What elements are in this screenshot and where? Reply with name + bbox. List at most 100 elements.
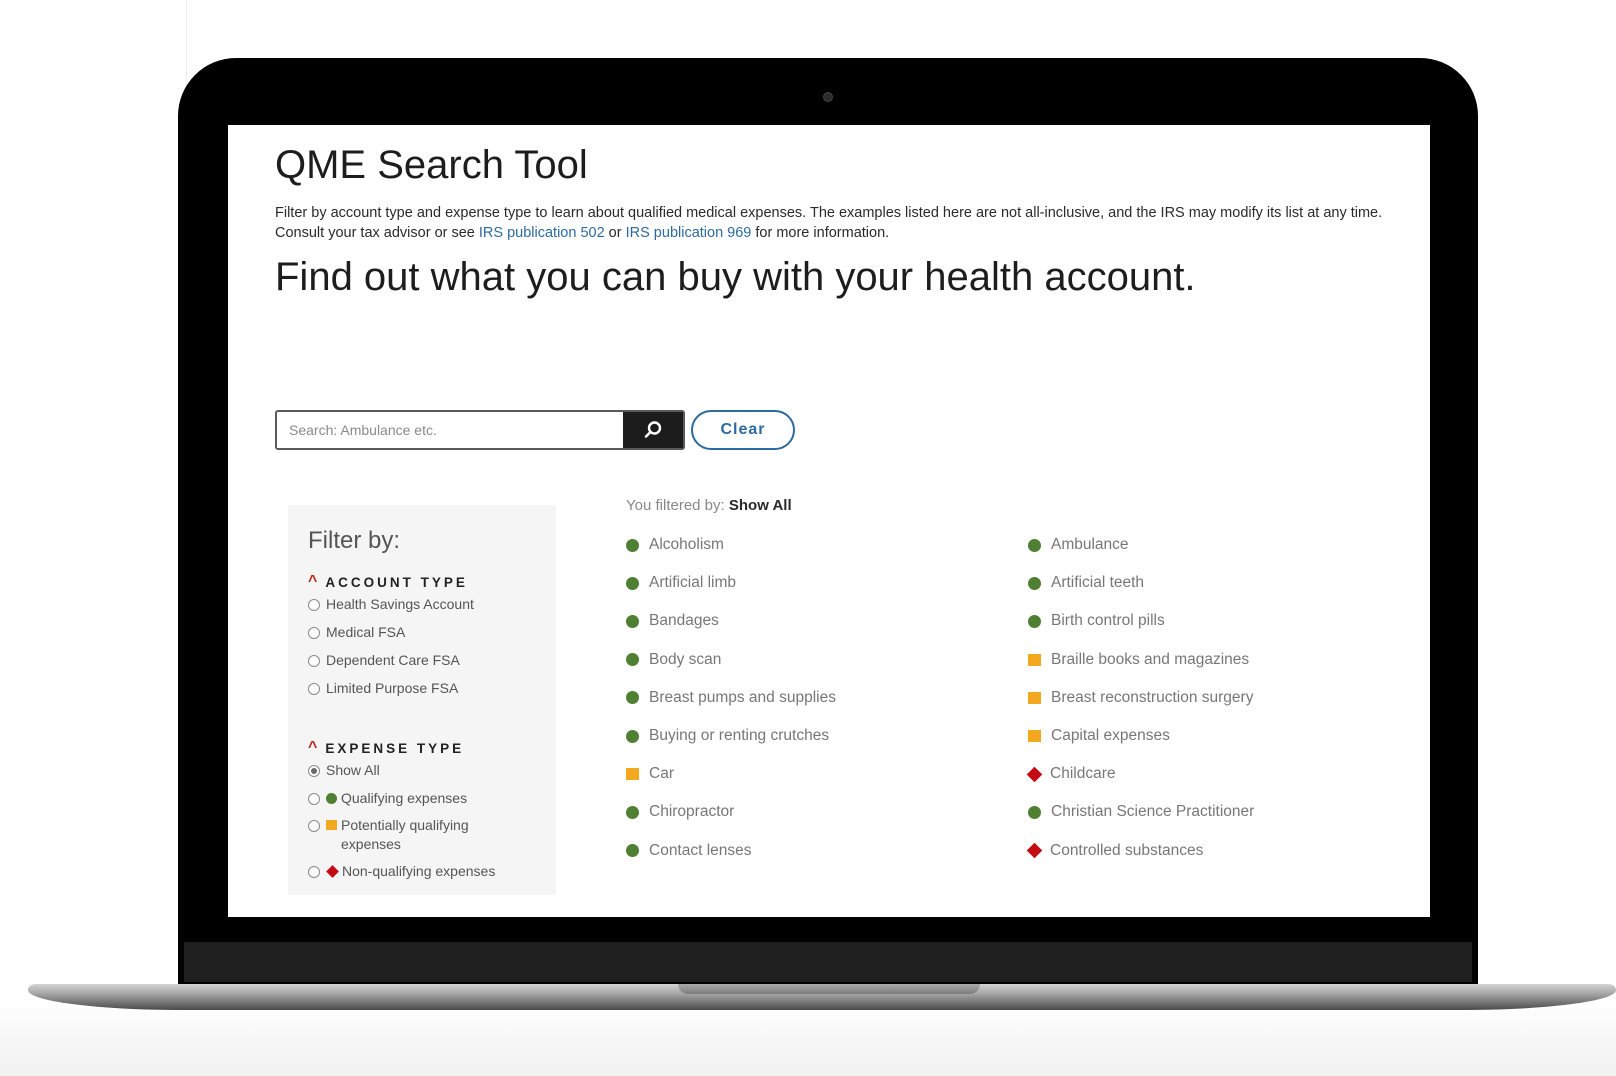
search-icon bbox=[644, 421, 662, 438]
green-circle-icon bbox=[626, 653, 639, 667]
page-title: QME Search Tool bbox=[275, 143, 588, 187]
orange-square-icon bbox=[626, 768, 639, 781]
intro-text-part: for more information. bbox=[751, 225, 890, 241]
filter-status-value: Show All bbox=[728, 497, 792, 514]
option-label: Show All bbox=[326, 762, 380, 778]
account-option-dependent-care-fsa[interactable]: Dependent Care FSA bbox=[308, 651, 528, 670]
expense-type-toggle[interactable]: ^ EXPENSE TYPE bbox=[308, 739, 464, 757]
result-item-label: Breast reconstruction surgery bbox=[1051, 688, 1254, 706]
result-item[interactable]: Braille books and magazines bbox=[1028, 650, 1249, 670]
result-item-label: Alcoholism bbox=[649, 536, 724, 553]
chevron-up-icon: ^ bbox=[308, 573, 318, 590]
search-button[interactable] bbox=[623, 412, 683, 448]
red-diamond-icon bbox=[326, 865, 339, 878]
result-item-label: Controlled substances bbox=[1050, 841, 1204, 859]
expense-type-heading: EXPENSE TYPE bbox=[325, 740, 465, 756]
result-item-label: Buying or renting crutches bbox=[649, 727, 830, 744]
expense-option-show-all[interactable]: Show All bbox=[308, 761, 528, 780]
headline: Find out what you can buy with your heal… bbox=[275, 255, 1196, 299]
green-circle-icon bbox=[1028, 614, 1041, 628]
app-screen: QME Search Tool Filter by account type a… bbox=[228, 125, 1430, 917]
irs-publication-502-link[interactable]: IRS publication 502 bbox=[479, 225, 605, 241]
green-circle-icon bbox=[1028, 805, 1041, 819]
account-type-heading: ACCOUNT TYPE bbox=[325, 574, 468, 590]
result-item[interactable]: Controlled substances bbox=[1026, 841, 1204, 861]
laptop-notch bbox=[678, 984, 980, 994]
result-item-label: Capital expenses bbox=[1051, 727, 1170, 744]
red-diamond-icon bbox=[1026, 766, 1043, 782]
green-circle-icon bbox=[1028, 576, 1041, 590]
result-item[interactable]: Car bbox=[626, 764, 674, 784]
result-item-label: Car bbox=[649, 765, 674, 783]
green-circle-icon bbox=[626, 691, 639, 705]
result-item-label: Body scan bbox=[649, 650, 722, 668]
result-item[interactable]: Christian Science Practitioner bbox=[1028, 802, 1254, 822]
result-item[interactable]: Artificial limb bbox=[626, 573, 736, 593]
intro-text-part: or bbox=[604, 225, 626, 241]
clear-button[interactable]: Clear bbox=[691, 410, 795, 450]
account-type-toggle[interactable]: ^ ACCOUNT TYPE bbox=[308, 573, 468, 591]
account-option-medical-fsa[interactable]: Medical FSA bbox=[308, 623, 528, 642]
result-item-label: Christian Science Practitioner bbox=[1051, 803, 1255, 821]
option-label: Non-qualifying expenses bbox=[342, 863, 496, 879]
result-item[interactable]: Body scan bbox=[626, 650, 721, 670]
result-item-label: Childcare bbox=[1050, 765, 1116, 783]
irs-publication-969-link[interactable]: IRS publication 969 bbox=[626, 225, 752, 241]
webcam-icon bbox=[823, 92, 833, 102]
radio-button[interactable] bbox=[308, 627, 320, 639]
option-label: Potentially qualifying expenses bbox=[341, 817, 469, 852]
laptop-bezel-bottom bbox=[184, 942, 1472, 982]
search-box bbox=[275, 410, 685, 450]
result-item-label: Braille books and magazines bbox=[1051, 650, 1250, 668]
result-item[interactable]: Contact lenses bbox=[626, 841, 752, 861]
intro-text: Filter by account type and expense type … bbox=[275, 203, 1405, 243]
radio-button[interactable] bbox=[308, 820, 320, 832]
radio-button[interactable] bbox=[308, 866, 320, 878]
expense-option-qualifying[interactable]: Qualifying expenses bbox=[308, 789, 528, 808]
search-input[interactable] bbox=[277, 412, 607, 448]
result-item-label: Birth control pills bbox=[1051, 612, 1165, 630]
orange-square-icon bbox=[1028, 653, 1041, 666]
expense-option-non-qualifying[interactable]: Non-qualifying expenses bbox=[308, 862, 528, 881]
option-label: Dependent Care FSA bbox=[326, 652, 460, 668]
result-item-label: Artificial teeth bbox=[1051, 574, 1145, 592]
green-circle-icon bbox=[326, 793, 337, 804]
green-circle-icon bbox=[626, 844, 639, 858]
green-circle-icon bbox=[626, 614, 639, 628]
radio-button[interactable] bbox=[308, 793, 320, 805]
result-item[interactable]: Breast reconstruction surgery bbox=[1028, 688, 1253, 708]
green-circle-icon bbox=[626, 729, 639, 743]
green-circle-icon bbox=[626, 805, 639, 819]
account-option-hsa[interactable]: Health Savings Account bbox=[308, 595, 528, 614]
filter-status: You filtered by: Show All bbox=[626, 497, 792, 514]
radio-button[interactable] bbox=[308, 683, 320, 695]
background-floor bbox=[0, 1000, 1616, 1076]
result-item-label: Breast pumps and supplies bbox=[649, 688, 836, 706]
expense-option-potentially-qualifying[interactable]: Potentially qualifying expenses bbox=[308, 816, 528, 854]
account-option-limited-purpose-fsa[interactable]: Limited Purpose FSA bbox=[308, 679, 528, 698]
result-item[interactable]: Capital expenses bbox=[1028, 726, 1170, 746]
result-item[interactable]: Artificial teeth bbox=[1028, 573, 1144, 593]
green-circle-icon bbox=[1028, 538, 1041, 552]
option-label: Health Savings Account bbox=[326, 596, 474, 612]
result-item[interactable]: Bandages bbox=[626, 611, 719, 631]
result-item[interactable]: Breast pumps and supplies bbox=[626, 688, 836, 708]
result-item[interactable]: Ambulance bbox=[1028, 535, 1129, 555]
result-item-label: Contact lenses bbox=[649, 841, 752, 859]
result-item-label: Chiropractor bbox=[649, 803, 735, 821]
result-item[interactable]: Alcoholism bbox=[626, 535, 724, 555]
filter-title: Filter by: bbox=[308, 527, 401, 554]
result-item[interactable]: Birth control pills bbox=[1028, 611, 1165, 631]
radio-button-checked[interactable] bbox=[308, 765, 320, 777]
result-item-label: Artificial limb bbox=[649, 574, 736, 592]
filter-status-label: You filtered by: bbox=[626, 497, 725, 514]
filter-panel: Filter by: ^ ACCOUNT TYPE Health Savings… bbox=[288, 505, 556, 895]
radio-button[interactable] bbox=[308, 599, 320, 611]
option-label: Qualifying expenses bbox=[341, 790, 468, 806]
orange-square-icon bbox=[1028, 730, 1041, 742]
result-item-label: Ambulance bbox=[1051, 536, 1129, 553]
radio-button[interactable] bbox=[308, 655, 320, 667]
result-item[interactable]: Chiropractor bbox=[626, 802, 734, 822]
result-item[interactable]: Childcare bbox=[1026, 764, 1116, 784]
result-item[interactable]: Buying or renting crutches bbox=[626, 726, 829, 746]
